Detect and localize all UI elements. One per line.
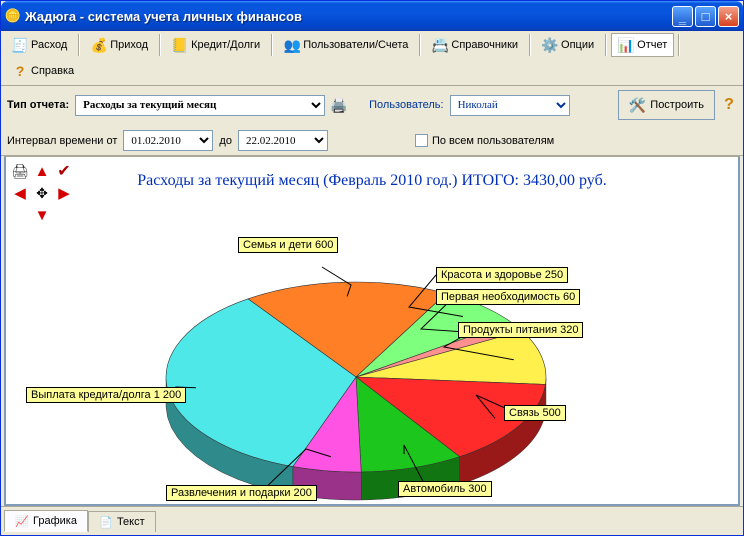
minimize-button[interactable]: ‗ (672, 6, 693, 27)
window-title: Жадюга - система учета личных финансов (25, 9, 672, 24)
close-button[interactable]: × (718, 6, 739, 27)
pie-label: Первая необходимость 60 (436, 289, 580, 305)
toolbar-options[interactable]: ⚙️Опции (535, 33, 601, 57)
separator (419, 34, 421, 56)
separator (159, 34, 161, 56)
app-icon: 🪙 (5, 8, 21, 24)
pie-label: Продукты питания 320 (458, 322, 583, 338)
expense-icon: 🧾 (12, 37, 28, 53)
pie-label: Автомобиль 300 (398, 481, 492, 497)
tab-text-label: Текст (117, 516, 145, 528)
toolbar-refs[interactable]: 📇Справочники (425, 33, 525, 57)
user-select[interactable]: Николай (450, 95, 570, 116)
separator (529, 34, 531, 56)
toolbar-report-label: Отчет (637, 39, 667, 51)
pie-svg (146, 247, 566, 506)
build-button[interactable]: 🛠️ Построить (618, 90, 715, 120)
toolbar-report[interactable]: 📊Отчет (611, 33, 674, 57)
separator (78, 34, 80, 56)
report-content: 🖨 ▲ ✔ ◀ ✥ ▶ ▼ Расходы за текущий месяц (… (4, 156, 740, 506)
credits-icon: 📒 (172, 37, 188, 53)
toolbar-credits-label: Кредит/Долги (191, 39, 260, 51)
pie-label: Развлечения и подарки 200 (166, 485, 317, 501)
toolbar-options-label: Опции (561, 39, 594, 51)
options-icon: ⚙️ (542, 37, 558, 53)
checkbox-icon (415, 134, 428, 147)
text-tab-icon: 📄 (99, 515, 113, 529)
separator (605, 34, 607, 56)
toolbar-help[interactable]: ?Справка (5, 59, 81, 83)
pie-chart: Семья и дети 600 Красота и здоровье 250 Пе… (6, 197, 738, 504)
chart-title: Расходы за текущий месяц (Февраль 2010 г… (6, 172, 738, 190)
help-icon: ? (12, 63, 28, 79)
toolbar-income[interactable]: 💰Приход (84, 33, 155, 57)
toolbar-users-label: Пользователи/Счета (303, 39, 408, 51)
toolbar-income-label: Приход (110, 39, 148, 51)
bottom-tabs: 📈 Графика 📄 Текст (1, 506, 743, 535)
to-label: до (219, 135, 232, 147)
toolbar-refs-label: Справочники (451, 39, 518, 51)
toolbar-credits[interactable]: 📒Кредит/Долги (165, 33, 267, 57)
pie-label: Связь 500 (504, 405, 566, 421)
separator (271, 34, 273, 56)
pie-label: Семья и дети 600 (238, 237, 338, 253)
toolbar-users[interactable]: 👥Пользователи/Счета (277, 33, 415, 57)
tab-graphics[interactable]: 📈 Графика (4, 510, 88, 532)
preview-icon[interactable]: 🖨️ (331, 97, 347, 113)
all-users-label: По всем пользователям (432, 135, 554, 147)
report-type-select[interactable]: Расходы за текущий месяц (75, 95, 325, 116)
report-params: Тип отчета: Расходы за текущий месяц 🖨️ … (1, 86, 743, 156)
maximize-button[interactable]: □ (695, 6, 716, 27)
main-toolbar: 🧾Расход 💰Приход 📒Кредит/Долги 👥Пользоват… (1, 31, 743, 86)
help-context-button[interactable]: ? (721, 97, 737, 113)
user-label: Пользователь: (369, 99, 443, 111)
report-icon: 📊 (618, 37, 634, 53)
interval-label: Интервал времени от (7, 135, 117, 147)
toolbar-help-label: Справка (31, 65, 74, 77)
pie-label: Красота и здоровье 250 (436, 267, 568, 283)
build-icon: 🛠️ (629, 97, 645, 113)
graphics-tab-icon: 📈 (15, 514, 29, 528)
pie-label: Выплата кредита/долга 1 200 (26, 387, 186, 403)
date-to-input[interactable]: 22.02.2010 (238, 130, 328, 151)
build-label: Построить (650, 99, 704, 111)
type-label: Тип отчета: (7, 99, 69, 111)
toolbar-expense-label: Расход (31, 39, 67, 51)
tab-graphics-label: Графика (33, 515, 77, 527)
app-window: 🪙 Жадюга - система учета личных финансов… (0, 0, 744, 536)
users-icon: 👥 (284, 37, 300, 53)
income-icon: 💰 (91, 37, 107, 53)
tab-text[interactable]: 📄 Текст (88, 511, 156, 532)
separator (678, 34, 680, 56)
titlebar[interactable]: 🪙 Жадюга - система учета личных финансов… (1, 1, 743, 31)
date-from-input[interactable]: 01.02.2010 (123, 130, 213, 151)
refs-icon: 📇 (432, 37, 448, 53)
all-users-checkbox[interactable]: По всем пользователям (415, 134, 554, 147)
toolbar-expense[interactable]: 🧾Расход (5, 33, 74, 57)
